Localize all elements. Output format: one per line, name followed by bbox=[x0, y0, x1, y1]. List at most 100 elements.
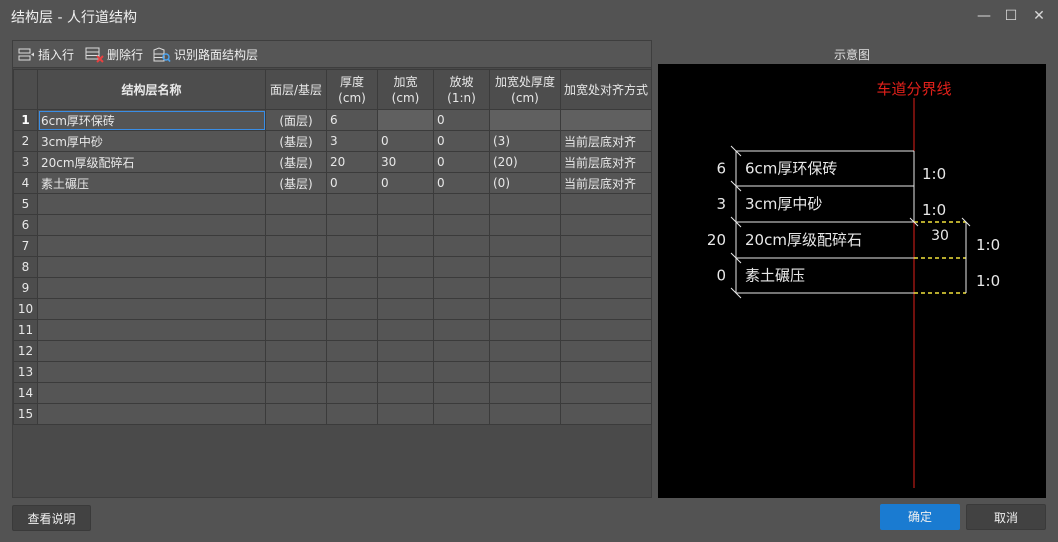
cell-align[interactable]: 当前层底对齐 bbox=[560, 130, 652, 152]
table-row[interactable]: 15 bbox=[13, 403, 652, 425]
cell-align[interactable] bbox=[560, 298, 652, 320]
cell-widen-thickness[interactable] bbox=[489, 277, 561, 299]
cell-widen[interactable] bbox=[377, 193, 434, 215]
cancel-button[interactable]: 取消 bbox=[966, 504, 1046, 530]
table-row[interactable]: 10 bbox=[13, 298, 652, 320]
cell-slope[interactable] bbox=[433, 298, 490, 320]
cell-thickness[interactable] bbox=[326, 340, 378, 362]
header-name[interactable]: 结构层名称 bbox=[37, 69, 266, 110]
header-align[interactable]: 加宽处对齐方式 bbox=[560, 69, 652, 110]
row-index[interactable]: 13 bbox=[13, 361, 38, 383]
cell-layer[interactable]: (基层) bbox=[265, 151, 327, 173]
cell-layer[interactable] bbox=[265, 403, 327, 425]
cell-align[interactable] bbox=[560, 256, 652, 278]
cell-slope[interactable]: 0 bbox=[433, 109, 490, 131]
cell-slope[interactable] bbox=[433, 256, 490, 278]
cell-name[interactable] bbox=[37, 235, 266, 257]
ok-button[interactable]: 确定 bbox=[880, 504, 960, 530]
row-index[interactable]: 10 bbox=[13, 298, 38, 320]
cell-thickness[interactable]: 6 bbox=[326, 109, 378, 131]
cell-align[interactable] bbox=[560, 403, 652, 425]
cell-layer[interactable] bbox=[265, 298, 327, 320]
cell-widen[interactable] bbox=[377, 256, 434, 278]
cell-widen[interactable] bbox=[377, 109, 434, 131]
row-index[interactable]: 15 bbox=[13, 403, 38, 425]
cell-widen-thickness[interactable] bbox=[489, 319, 561, 341]
cell-slope[interactable]: 0 bbox=[433, 151, 490, 173]
table-row[interactable]: 5 bbox=[13, 193, 652, 215]
cell-align[interactable] bbox=[560, 193, 652, 215]
cell-widen-thickness[interactable] bbox=[489, 361, 561, 383]
cell-name[interactable] bbox=[37, 193, 266, 215]
cell-thickness[interactable] bbox=[326, 214, 378, 236]
cell-slope[interactable] bbox=[433, 382, 490, 404]
cell-thickness[interactable] bbox=[326, 319, 378, 341]
cell-widen-thickness[interactable] bbox=[489, 193, 561, 215]
cell-name[interactable] bbox=[37, 340, 266, 362]
header-widen[interactable]: 加宽 (cm) bbox=[377, 69, 434, 110]
row-index[interactable]: 5 bbox=[13, 193, 38, 215]
cell-thickness[interactable] bbox=[326, 277, 378, 299]
header-slope[interactable]: 放坡 (1:n) bbox=[433, 69, 490, 110]
cell-layer[interactable] bbox=[265, 361, 327, 383]
table-row[interactable]: 1 6cm厚环保砖 (面层) 6 0 bbox=[13, 109, 652, 131]
cell-layer[interactable] bbox=[265, 382, 327, 404]
minimize-button[interactable]: — bbox=[971, 4, 997, 28]
row-index[interactable]: 9 bbox=[13, 277, 38, 299]
insert-row-button[interactable]: 插入行 bbox=[18, 44, 74, 65]
cell-align[interactable] bbox=[560, 277, 652, 299]
row-index[interactable]: 7 bbox=[13, 235, 38, 257]
row-index[interactable]: 12 bbox=[13, 340, 38, 362]
cell-slope[interactable] bbox=[433, 403, 490, 425]
cell-name[interactable] bbox=[37, 319, 266, 341]
cell-align[interactable] bbox=[560, 319, 652, 341]
cell-thickness[interactable]: 20 bbox=[326, 151, 378, 173]
cell-layer[interactable] bbox=[265, 214, 327, 236]
cell-slope[interactable] bbox=[433, 340, 490, 362]
cell-name[interactable] bbox=[37, 382, 266, 404]
cell-align[interactable]: 当前层底对齐 bbox=[560, 151, 652, 173]
header-widen-thickness[interactable]: 加宽处厚度 (cm) bbox=[489, 69, 561, 110]
table-row[interactable]: 14 bbox=[13, 382, 652, 404]
row-index[interactable]: 2 bbox=[13, 130, 38, 152]
cell-widen[interactable] bbox=[377, 403, 434, 425]
table-row[interactable]: 11 bbox=[13, 319, 652, 341]
table-row[interactable]: 8 bbox=[13, 256, 652, 278]
cell-name[interactable]: 20cm厚级配碎石 bbox=[37, 151, 266, 173]
cell-widen-thickness[interactable]: (20) bbox=[489, 151, 561, 173]
cell-widen[interactable] bbox=[377, 361, 434, 383]
cell-slope[interactable] bbox=[433, 361, 490, 383]
cell-thickness[interactable] bbox=[326, 256, 378, 278]
cell-widen-thickness[interactable]: (0) bbox=[489, 172, 561, 194]
cell-layer[interactable] bbox=[265, 193, 327, 215]
cell-widen[interactable]: 0 bbox=[377, 172, 434, 194]
table-row[interactable]: 7 bbox=[13, 235, 652, 257]
cell-align[interactable] bbox=[560, 382, 652, 404]
cell-layer[interactable]: (基层) bbox=[265, 172, 327, 194]
cell-thickness[interactable]: 0 bbox=[326, 172, 378, 194]
row-index[interactable]: 14 bbox=[13, 382, 38, 404]
maximize-button[interactable]: ☐ bbox=[998, 4, 1024, 28]
row-index[interactable]: 11 bbox=[13, 319, 38, 341]
cell-thickness[interactable]: 3 bbox=[326, 130, 378, 152]
row-index[interactable]: 4 bbox=[13, 172, 38, 194]
cell-align[interactable]: 当前层底对齐 bbox=[560, 172, 652, 194]
cell-layer[interactable] bbox=[265, 256, 327, 278]
cell-widen-thickness[interactable] bbox=[489, 382, 561, 404]
row-index[interactable]: 8 bbox=[13, 256, 38, 278]
cell-thickness[interactable] bbox=[326, 403, 378, 425]
cell-layer[interactable] bbox=[265, 277, 327, 299]
cell-widen[interactable] bbox=[377, 214, 434, 236]
cell-thickness[interactable] bbox=[326, 382, 378, 404]
cell-align[interactable] bbox=[560, 109, 652, 131]
table-row[interactable]: 2 3cm厚中砂 (基层) 3 0 0 (3) 当前层底对齐 bbox=[13, 130, 652, 152]
cell-layer[interactable] bbox=[265, 319, 327, 341]
cell-widen[interactable] bbox=[377, 235, 434, 257]
header-layer[interactable]: 面层/基层 bbox=[265, 69, 327, 110]
cell-widen[interactable] bbox=[377, 277, 434, 299]
cell-slope[interactable] bbox=[433, 193, 490, 215]
row-index[interactable]: 1 bbox=[13, 109, 38, 131]
header-thickness[interactable]: 厚度 (cm) bbox=[326, 69, 378, 110]
recognize-structure-button[interactable]: 识别路面结构层 bbox=[153, 44, 258, 65]
cell-widen-thickness[interactable] bbox=[489, 256, 561, 278]
